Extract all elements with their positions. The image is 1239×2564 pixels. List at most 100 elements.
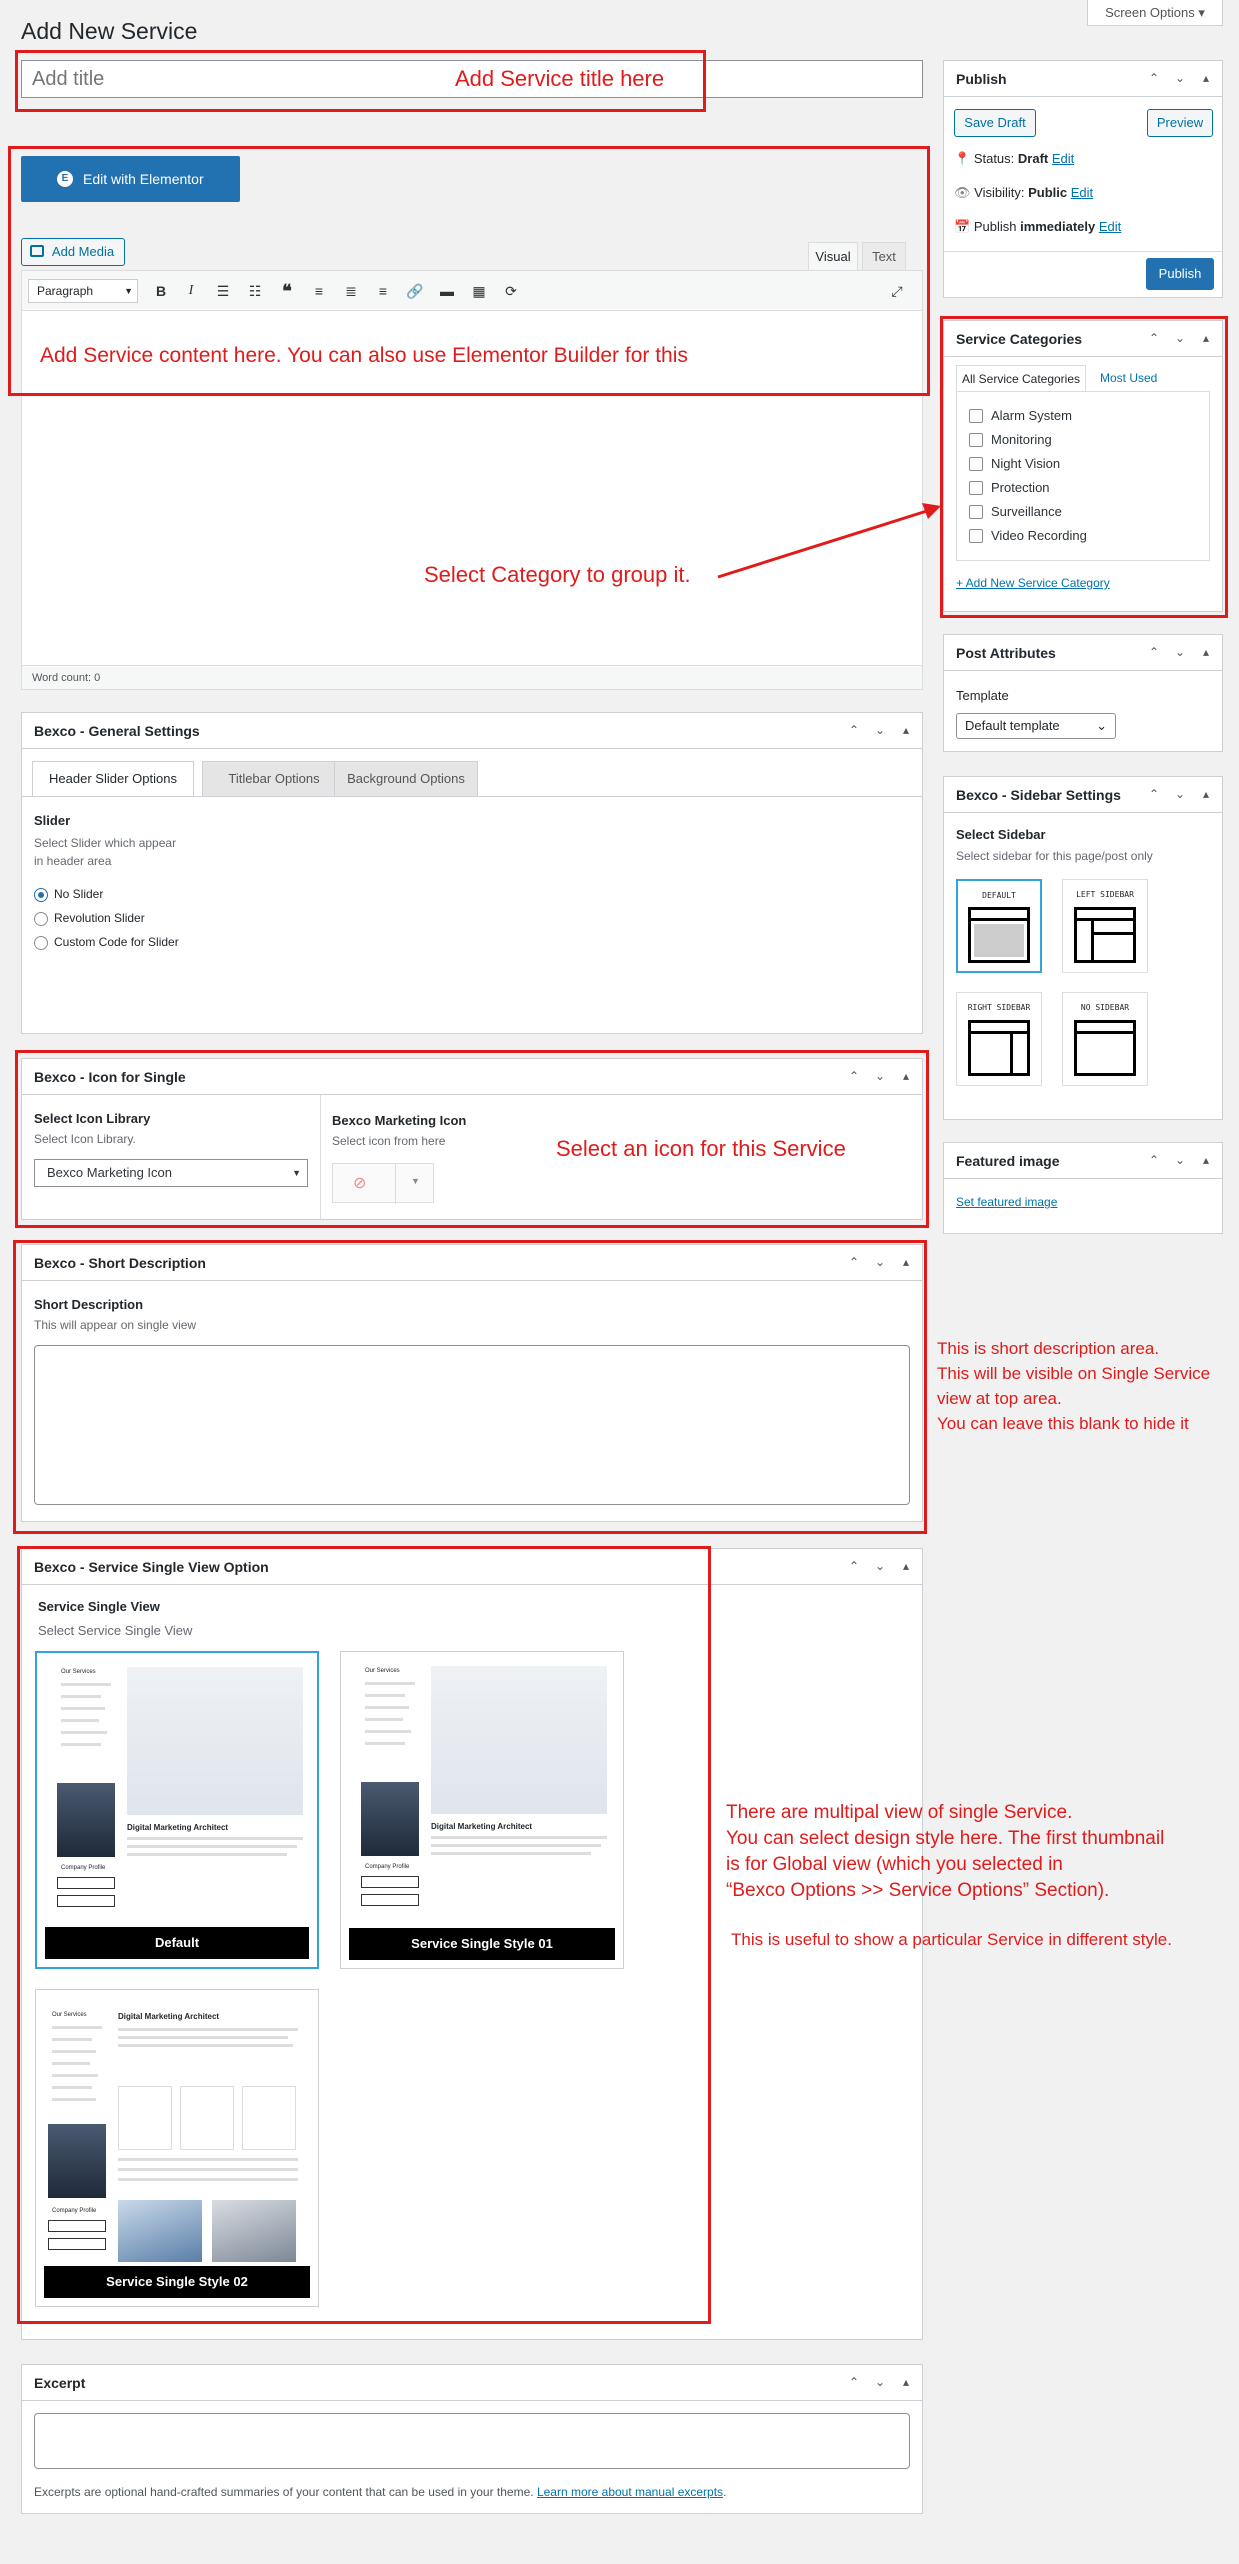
single-view-option-style-02[interactable]: Our Services Digital Marketing Architect… bbox=[35, 1989, 319, 2307]
category-item[interactable]: Monitoring bbox=[969, 432, 1189, 450]
icon-library-label: Select Icon Library bbox=[34, 1111, 151, 1126]
publish-box: Publish ⌃ ⌄ ▴ Save Draft Preview 📍 Status:… bbox=[943, 60, 1223, 298]
category-checkbox[interactable] bbox=[969, 433, 983, 447]
collapse-icon[interactable]: ▴ bbox=[898, 722, 914, 738]
mock-dark-image bbox=[57, 1783, 115, 1857]
category-checkbox[interactable] bbox=[969, 457, 983, 471]
category-label: Protection bbox=[991, 480, 1050, 495]
excerpt-help: Excerpts are optional hand-crafted summa… bbox=[34, 2485, 727, 2499]
short-desc-label: Short Description bbox=[34, 1297, 144, 1312]
icon-annotation: Select an icon for this Service bbox=[556, 1136, 846, 1161]
featured-image-box: Featured image ⌃ ⌄ ▴ Set featured image bbox=[943, 1142, 1223, 1234]
tab-most-used[interactable]: Most Used bbox=[1100, 371, 1157, 385]
excerpt-textarea[interactable] bbox=[34, 2413, 910, 2469]
tab-titlebar[interactable]: Titlebar Options bbox=[202, 761, 346, 797]
chevron-up-icon[interactable]: ⌃ bbox=[1146, 644, 1162, 660]
collapse-icon[interactable]: ▴ bbox=[1198, 786, 1214, 802]
collapse-icon[interactable]: ▴ bbox=[1198, 330, 1214, 346]
icon-picker[interactable]: ⊘ ▼ bbox=[332, 1163, 434, 1204]
select-sidebar-label: Select Sidebar bbox=[956, 827, 1046, 842]
chevron-up-icon[interactable]: ⌃ bbox=[846, 1254, 862, 1270]
chevron-down-icon[interactable]: ⌄ bbox=[1172, 1152, 1188, 1168]
icon-library-desc: Select Icon Library. bbox=[34, 1132, 136, 1146]
chevron-down-icon: ▼ bbox=[411, 1176, 420, 1186]
add-new-category-link[interactable]: + Add New Service Category bbox=[956, 576, 1110, 590]
chevron-down-icon[interactable]: ⌄ bbox=[872, 2374, 888, 2390]
preview-button[interactable]: Preview bbox=[1147, 109, 1213, 137]
single-view-annotation: There are multipal view of single Servic… bbox=[726, 1802, 1165, 1901]
collapse-icon[interactable]: ▴ bbox=[1198, 1152, 1214, 1168]
calendar-icon: 📅 bbox=[954, 219, 971, 234]
chevron-up-icon[interactable]: ⌃ bbox=[1146, 1152, 1162, 1168]
layout-default-icon bbox=[968, 907, 1030, 963]
thumb-caption: Default bbox=[45, 1927, 309, 1959]
short-desc-textarea[interactable] bbox=[34, 1345, 910, 1505]
tab-all-categories[interactable]: All Service Categories bbox=[956, 365, 1086, 391]
publish-button[interactable]: Publish bbox=[1146, 258, 1214, 290]
chevron-up-icon[interactable]: ⌃ bbox=[1146, 70, 1162, 86]
category-item[interactable]: Protection bbox=[969, 480, 1189, 498]
tab-header-slider[interactable]: Header Slider Options bbox=[32, 761, 194, 797]
publish-time-value: immediately bbox=[1020, 219, 1096, 234]
category-checkbox[interactable] bbox=[969, 505, 983, 519]
mock-dark-image bbox=[361, 1782, 419, 1856]
featured-image-title: Featured image bbox=[956, 1153, 1060, 1169]
set-featured-image-link[interactable]: Set featured image bbox=[956, 1195, 1057, 1209]
collapse-icon[interactable]: ▴ bbox=[1198, 70, 1214, 86]
mock-dark-image bbox=[48, 2124, 106, 2198]
learn-more-link[interactable]: Learn more about manual excerpts bbox=[537, 2485, 723, 2499]
chevron-down-icon[interactable]: ⌄ bbox=[872, 1254, 888, 1270]
collapse-icon[interactable]: ▴ bbox=[898, 1558, 914, 1574]
publish-time-edit-link[interactable]: Edit bbox=[1099, 219, 1121, 234]
single-view-title: Bexco - Service Single View Option bbox=[34, 1559, 269, 1575]
sidebar-option-default[interactable]: DEFAULT bbox=[956, 879, 1042, 973]
collapse-icon[interactable]: ▴ bbox=[898, 1254, 914, 1270]
category-checkbox[interactable] bbox=[969, 409, 983, 423]
sidebar-option-none[interactable]: NO SIDEBAR bbox=[1062, 992, 1148, 1086]
category-checkbox[interactable] bbox=[969, 529, 983, 543]
collapse-icon[interactable]: ▴ bbox=[898, 1068, 914, 1084]
radio-revolution-slider[interactable] bbox=[34, 912, 48, 926]
chevron-up-icon[interactable]: ⌃ bbox=[846, 1068, 862, 1084]
template-label: Template bbox=[956, 688, 1009, 703]
chevron-up-icon[interactable]: ⌃ bbox=[1146, 786, 1162, 802]
sidebar-option-right[interactable]: RIGHT SIDEBAR bbox=[956, 992, 1042, 1086]
chevron-down-icon[interactable]: ⌄ bbox=[872, 1558, 888, 1574]
radio-custom-code[interactable] bbox=[34, 936, 48, 950]
collapse-icon[interactable]: ▴ bbox=[898, 2374, 914, 2390]
thumb-caption: Service Single Style 02 bbox=[44, 2266, 310, 2298]
chevron-down-icon[interactable]: ⌄ bbox=[1172, 786, 1188, 802]
visibility-edit-link[interactable]: Edit bbox=[1071, 185, 1093, 200]
category-item[interactable]: Surveillance bbox=[969, 504, 1189, 522]
category-label: Alarm System bbox=[991, 408, 1072, 423]
chevron-up-icon[interactable]: ⌃ bbox=[846, 722, 862, 738]
single-view-option-default[interactable]: Our Services Digital Marketing Architect… bbox=[35, 1651, 319, 1969]
template-select[interactable]: Default template ⌄ bbox=[956, 713, 1116, 739]
status-value: Draft bbox=[1017, 151, 1049, 166]
category-item[interactable]: Video Recording bbox=[969, 528, 1189, 546]
status-edit-link[interactable]: Edit bbox=[1052, 151, 1074, 166]
icon-library-select[interactable]: Bexco Marketing Icon ▼ bbox=[34, 1159, 308, 1187]
publish-title: Publish bbox=[956, 71, 1007, 87]
chevron-down-icon[interactable]: ⌄ bbox=[872, 722, 888, 738]
chevron-down-icon[interactable]: ⌄ bbox=[1172, 330, 1188, 346]
collapse-icon[interactable]: ▴ bbox=[1198, 644, 1214, 660]
chevron-down-icon[interactable]: ⌄ bbox=[1172, 644, 1188, 660]
category-item[interactable]: Night Vision bbox=[969, 456, 1189, 474]
category-checkbox[interactable] bbox=[969, 481, 983, 495]
chevron-up-icon[interactable]: ⌃ bbox=[846, 2374, 862, 2390]
chevron-down-icon[interactable]: ⌄ bbox=[1172, 70, 1188, 86]
category-label: Night Vision bbox=[991, 456, 1061, 471]
single-view-label: Service Single View bbox=[38, 1599, 160, 1614]
save-draft-button[interactable]: Save Draft bbox=[954, 109, 1036, 137]
chevron-up-icon[interactable]: ⌃ bbox=[846, 1558, 862, 1574]
single-view-option-style-01[interactable]: Our Services Digital Marketing Architect… bbox=[340, 1651, 624, 1969]
radio-no-slider[interactable] bbox=[34, 888, 48, 902]
sidebar-option-left[interactable]: LEFT SIDEBAR bbox=[1062, 879, 1148, 973]
category-list: Alarm System Monitoring Night Vision Protec… bbox=[956, 391, 1210, 561]
category-label: Surveillance bbox=[991, 504, 1062, 519]
chevron-down-icon[interactable]: ⌄ bbox=[872, 1068, 888, 1084]
chevron-up-icon[interactable]: ⌃ bbox=[1146, 330, 1162, 346]
tab-background[interactable]: Background Options bbox=[334, 761, 478, 797]
category-item[interactable]: Alarm System bbox=[969, 408, 1189, 426]
